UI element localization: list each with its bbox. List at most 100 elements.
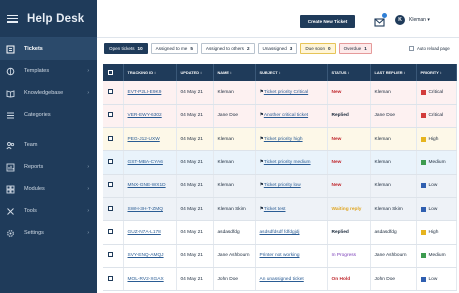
- menu-icon[interactable]: [7, 14, 18, 23]
- tracking-id-link[interactable]: VER-EWY-6302: [128, 113, 162, 118]
- priority-cell: Low: [420, 206, 456, 212]
- priority-cell: Critical: [420, 89, 456, 95]
- select-all-checkbox[interactable]: [108, 69, 113, 75]
- priority-cell: Low: [420, 276, 456, 282]
- sidebar-item-categories[interactable]: Categories: [0, 104, 97, 126]
- updated-date: 04 May 21: [180, 183, 203, 189]
- tracking-id-link[interactable]: SWH-3H-T-ZMQ: [128, 207, 163, 212]
- table-row[interactable]: GUZ-N7A-L178 04 May 21 asdasdfdg asdsdfdsdf…: [103, 220, 457, 245]
- row-checkbox[interactable]: [108, 205, 113, 211]
- filter-tab-assigned-to-me[interactable]: Assigned to me 5: [150, 43, 198, 54]
- priority-cell: Critical: [420, 113, 456, 119]
- sidebar-item-label: Team: [24, 142, 38, 148]
- filter-tab-unassigned[interactable]: Unassigned 3: [257, 43, 298, 54]
- table-row[interactable]: PEG-J12-UXW 04 May 21 Kleman ⚑Ticket priori…: [103, 127, 457, 152]
- table-row[interactable]: MOL-RV2-XGAX 04 May 21 John Doe An unassign…: [103, 267, 457, 292]
- filter-tab-overdue[interactable]: Overdue 1: [338, 43, 372, 54]
- row-checkbox[interactable]: [108, 228, 113, 234]
- sidebar-item-modules[interactable]: Modules ›: [0, 178, 97, 200]
- column-header[interactable]: NAME ↕: [213, 64, 256, 81]
- subject-link[interactable]: An unassigned ticket: [260, 277, 304, 282]
- subject-link[interactable]: Printer not working: [260, 253, 300, 258]
- auto-reload-checkbox[interactable]: [409, 46, 414, 51]
- priority-label: Critical: [428, 113, 444, 119]
- column-header[interactable]: TRACKING ID ↕: [123, 64, 177, 81]
- subject-link[interactable]: Another critical ticket: [264, 113, 308, 118]
- last-replier: asdasdfdg: [374, 229, 397, 235]
- table-row[interactable]: VER-EWY-6302 04 May 21 Jane Doe ⚑Another cr…: [103, 104, 457, 129]
- table-row[interactable]: SVY-ENQ-AMQJ 04 May 21 Jane Ashbourn Printe…: [103, 244, 457, 268]
- row-checkbox[interactable]: [108, 275, 113, 281]
- subject-link[interactable]: Ticket priority Critical: [264, 90, 308, 95]
- sidebar-nav: Tickets Templates › Knowledgebase › Categorie…: [0, 38, 97, 244]
- sidebar-item-reports[interactable]: Reports ›: [0, 156, 97, 178]
- ticket-icon: [6, 45, 15, 54]
- row-checkbox[interactable]: [108, 88, 113, 94]
- row-checkbox[interactable]: [108, 135, 113, 141]
- last-replier: Jane Doe: [374, 113, 396, 119]
- row-checkbox[interactable]: [108, 182, 113, 188]
- sidebar-item-tickets[interactable]: Tickets: [0, 38, 97, 60]
- tickets-table: TRACKING ID ↕ UPDATED ↕ NAME ↕ SUBJECT ↕ STA…: [103, 64, 457, 292]
- tracking-id-link[interactable]: MOL-RV2-XGAX: [128, 277, 164, 282]
- filter-tab-assigned-to-others[interactable]: Assigned to others 2: [200, 43, 255, 54]
- user-name: Kleman ▾: [409, 17, 430, 23]
- requester-name: Jane Doe: [217, 113, 239, 119]
- tracking-id-link[interactable]: SVY-ENQ-AMQJ: [128, 253, 164, 258]
- priority-cell: High: [420, 229, 456, 235]
- select-all-cell: [103, 64, 124, 81]
- tracking-id-link[interactable]: EVT-P2LI-E9K9: [128, 90, 162, 95]
- table-header-row: TRACKING ID ↕ UPDATED ↕ NAME ↕ SUBJECT ↕ STA…: [103, 64, 457, 81]
- sidebar-item-knowledgebase[interactable]: Knowledgebase ›: [0, 82, 97, 104]
- create-ticket-button[interactable]: Create New Ticket: [300, 15, 355, 28]
- tracking-id-link[interactable]: GST-MBA-CYA6: [128, 160, 163, 165]
- sidebar-item-templates[interactable]: Templates ›: [0, 60, 97, 82]
- tracking-id-link[interactable]: MNX-GNE-WX1D: [128, 183, 166, 188]
- row-checkbox[interactable]: [108, 252, 113, 258]
- status-text: New: [331, 136, 342, 142]
- filter-count: 5: [190, 46, 193, 51]
- sidebar-item-label: Tools: [24, 208, 37, 214]
- status-text: On Hold: [331, 276, 351, 282]
- column-header[interactable]: PRIORITY ↕: [416, 64, 457, 81]
- priority-label: Medium: [428, 253, 446, 259]
- table-row[interactable]: SWH-3H-T-ZMQ 04 May 21 Kleman Skim ⚑Ticket …: [103, 197, 457, 222]
- row-checkbox[interactable]: [108, 159, 113, 165]
- column-header[interactable]: STATUS ↕: [327, 64, 371, 81]
- requester-name: Kleman: [217, 136, 234, 142]
- filter-tab-open-tickets[interactable]: Open tickets 10: [104, 43, 148, 54]
- tracking-id-link[interactable]: PEG-J12-UXW: [128, 137, 160, 142]
- list-icon: [6, 111, 15, 120]
- filter-tab-due-soon[interactable]: Due soon 0: [300, 43, 336, 54]
- subject-link[interactable]: Ticket priority medium: [264, 160, 311, 165]
- notification-icon[interactable]: [374, 13, 387, 27]
- subject-link[interactable]: asdsdfdsdf fdfdgjdj: [260, 230, 300, 235]
- column-header[interactable]: LAST REPLIER ↕: [370, 64, 417, 81]
- sidebar-item-settings[interactable]: Settings ›: [0, 222, 97, 244]
- filter-label: Open tickets: [109, 46, 135, 51]
- chevron-right-icon: ›: [87, 68, 89, 74]
- priority-label: Critical: [428, 89, 444, 95]
- user-menu[interactable]: K Kleman ▾: [395, 15, 430, 25]
- brand-bar: Help Desk: [0, 0, 97, 38]
- auto-reload-toggle[interactable]: Auto reload page: [409, 46, 450, 51]
- auto-reload-label: Auto reload page: [417, 46, 450, 51]
- row-checkbox[interactable]: [108, 112, 113, 118]
- sidebar-item-team[interactable]: Team: [0, 134, 97, 156]
- column-header[interactable]: UPDATED ↕: [176, 64, 214, 81]
- sidebar-item-tools[interactable]: Tools ›: [0, 200, 97, 222]
- subject-link[interactable]: Ticket priority low: [264, 183, 301, 188]
- chevron-right-icon: ›: [87, 230, 89, 236]
- last-replier: Kleman: [374, 160, 391, 166]
- tracking-id-link[interactable]: GUZ-N7A-L178: [128, 230, 161, 235]
- requester-name: Kleman Skim: [217, 206, 246, 212]
- table-row[interactable]: EVT-P2LI-E9K9 04 May 21 Kleman ⚑Ticket prio…: [103, 81, 457, 105]
- table-row[interactable]: GST-MBA-CYA6 04 May 21 Kleman ⚑Ticket prior…: [103, 150, 457, 175]
- subject-link[interactable]: Ticket priority high: [264, 137, 303, 142]
- updated-date: 04 May 21: [180, 276, 203, 282]
- avatar: K: [395, 15, 405, 25]
- column-header[interactable]: SUBJECT ↕: [255, 64, 328, 81]
- table-row[interactable]: MNX-GNE-WX1D 04 May 21 Kleman ⚑Ticket prior…: [103, 174, 457, 198]
- subject-link[interactable]: Ticket test: [264, 207, 286, 212]
- filter-count: 3: [289, 46, 293, 51]
